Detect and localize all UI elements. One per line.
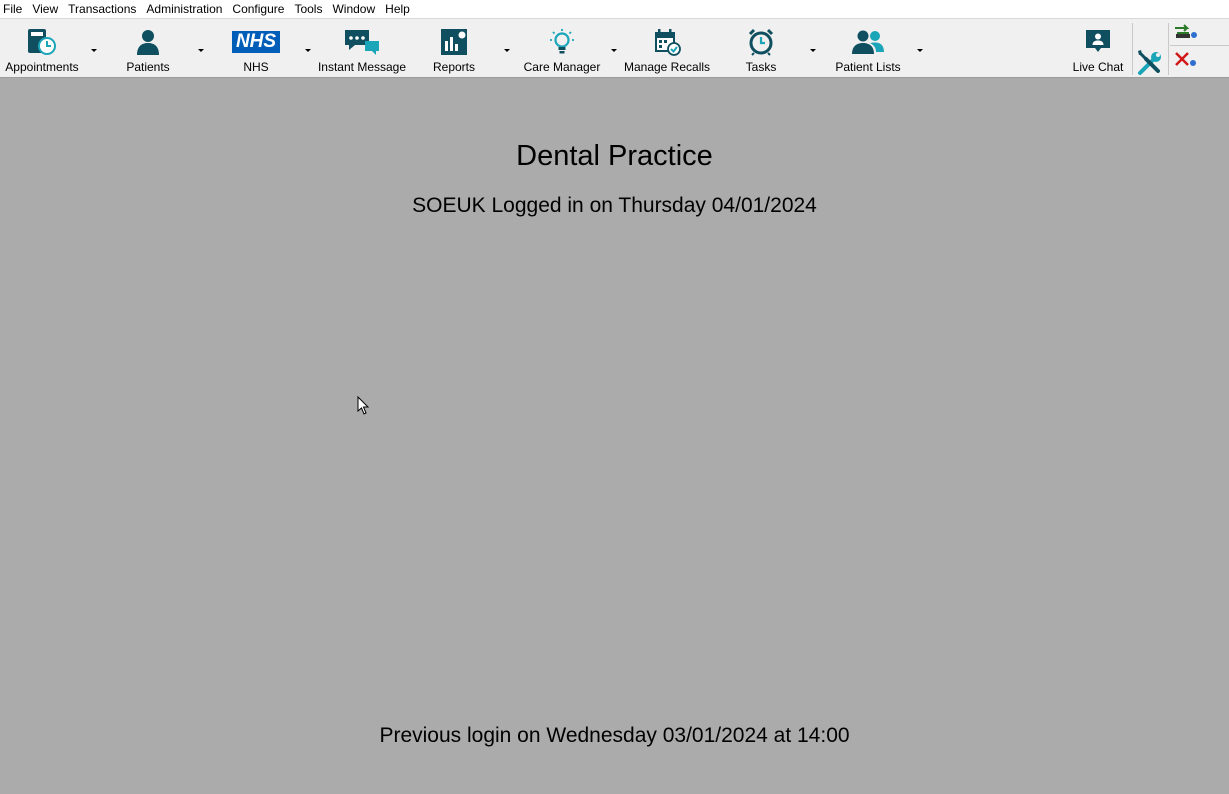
mouse-pointer-icon	[357, 395, 371, 421]
care-manager-label: Care Manager	[523, 60, 601, 74]
toolbar-separator	[1132, 23, 1133, 75]
manage-recalls-button[interactable]: Manage Recalls	[624, 19, 710, 77]
chat-bubbles-icon	[343, 27, 381, 57]
patient-group-icon	[850, 27, 886, 57]
login-status: SOEUK Logged in on Thursday 04/01/2024	[412, 194, 817, 217]
menu-bar: File View Transactions Administration Co…	[0, 0, 1229, 18]
care-manager-button[interactable]: Care Manager	[522, 19, 602, 77]
live-chat-button[interactable]: Live Chat	[1070, 19, 1126, 77]
calendar-check-icon	[653, 27, 681, 57]
patient-lists-button[interactable]: Patient Lists	[832, 19, 904, 77]
appointment-book-icon	[25, 27, 59, 57]
nhs-logo-text: NHS	[232, 31, 280, 53]
lightbulb-icon	[548, 27, 576, 57]
switch-user-button[interactable]	[1174, 23, 1198, 41]
toolbar-separator-horizontal	[1170, 45, 1229, 46]
patients-label: Patients	[126, 60, 170, 74]
tasks-label: Tasks	[745, 60, 777, 74]
main-area: Dental Practice SOEUK Logged in on Thurs…	[0, 78, 1229, 794]
main-toolbar: Appointments Patients NHS NHS Instant Me…	[0, 18, 1229, 78]
practice-title: Dental Practice	[516, 140, 713, 172]
live-chat-icon	[1084, 27, 1112, 57]
manage-recalls-label: Manage Recalls	[623, 60, 711, 74]
reports-label: Reports	[432, 60, 476, 74]
nhs-dropdown-arrow[interactable]	[303, 45, 313, 55]
switch-user-icon	[1175, 24, 1197, 38]
appointments-button[interactable]: Appointments	[2, 19, 82, 77]
reports-button[interactable]: Reports	[426, 19, 482, 77]
alarm-clock-icon	[747, 27, 775, 57]
menu-administration[interactable]: Administration	[143, 0, 229, 18]
menu-file[interactable]: File	[0, 0, 29, 18]
appointments-dropdown-arrow[interactable]	[89, 45, 99, 55]
patients-dropdown-arrow[interactable]	[196, 45, 206, 55]
menu-tools[interactable]: Tools	[291, 0, 329, 18]
patients-button[interactable]: Patients	[118, 19, 178, 77]
instant-message-label: Instant Message	[317, 60, 407, 74]
menu-window[interactable]: Window	[329, 0, 382, 18]
live-chat-label: Live Chat	[1072, 60, 1124, 74]
menu-transactions[interactable]: Transactions	[65, 0, 143, 18]
patient-lists-label: Patient Lists	[835, 60, 901, 74]
nhs-label: NHS	[243, 60, 269, 74]
nhs-logo-icon: NHS	[232, 27, 280, 57]
toolbar-separator	[1168, 23, 1169, 75]
close-icon	[1175, 52, 1196, 66]
tasks-button[interactable]: Tasks	[734, 19, 788, 77]
wrench-screwdriver-icon	[1138, 50, 1161, 75]
care-manager-dropdown-arrow[interactable]	[609, 45, 619, 55]
report-chart-icon	[440, 27, 468, 57]
reports-dropdown-arrow[interactable]	[502, 45, 512, 55]
menu-configure[interactable]: Configure	[229, 0, 291, 18]
menu-view[interactable]: View	[29, 0, 65, 18]
nhs-button[interactable]: NHS NHS	[226, 19, 286, 77]
menu-help[interactable]: Help	[382, 0, 417, 18]
tools-button[interactable]	[1136, 49, 1164, 77]
appointments-label: Appointments	[5, 60, 79, 74]
patient-icon	[134, 27, 162, 57]
patient-lists-dropdown-arrow[interactable]	[915, 45, 925, 55]
instant-message-button[interactable]: Instant Message	[318, 19, 406, 77]
previous-login: Previous login on Wednesday 03/01/2024 a…	[379, 724, 850, 747]
tasks-dropdown-arrow[interactable]	[808, 45, 818, 55]
close-session-button[interactable]	[1174, 51, 1198, 69]
